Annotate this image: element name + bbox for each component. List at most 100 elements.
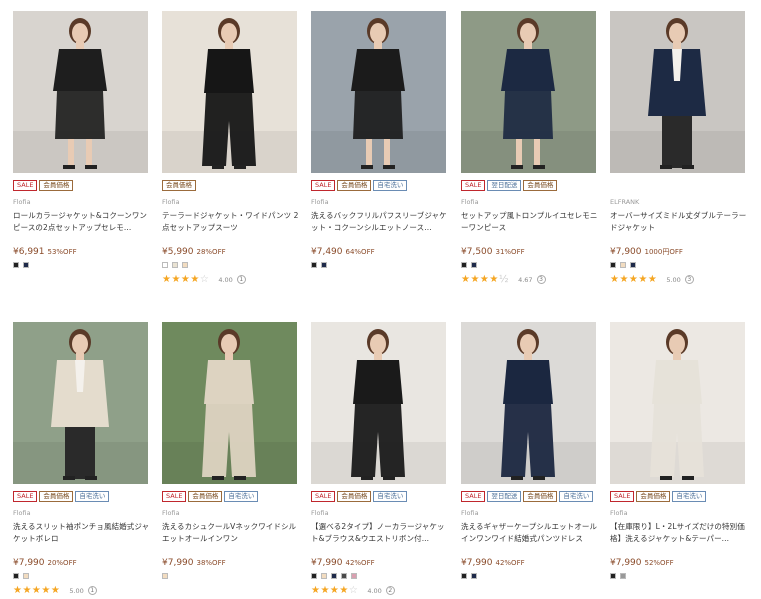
- rating-score: 5.00: [666, 275, 681, 284]
- color-swatch[interactable]: [13, 573, 19, 579]
- color-swatch[interactable]: [341, 573, 347, 579]
- color-swatch[interactable]: [321, 573, 327, 579]
- wash-badge: 自宅洗い: [75, 491, 110, 502]
- color-swatch[interactable]: [630, 262, 636, 268]
- discount-label: 42%OFF: [495, 559, 525, 567]
- color-swatch[interactable]: [610, 573, 616, 579]
- product-title-link[interactable]: テーラードジャケット・ワイドパンツ 2点セットアップスーツ: [162, 210, 299, 234]
- rating-row: ★★★★☆ 4.00 2: [311, 585, 448, 596]
- product-image-link[interactable]: [13, 322, 148, 484]
- product-title-link[interactable]: 洗えるギャザーケープシルエットオールインワンワイド結婚式パンツドレス: [461, 521, 598, 545]
- color-swatches: [311, 573, 448, 579]
- product-title-link[interactable]: 洗えるバックフリルパフスリーブジャケット・コクーンシルエットノース...: [311, 210, 448, 234]
- color-swatches: [311, 262, 448, 268]
- star-empty: ½: [498, 274, 510, 285]
- product-image: [311, 11, 446, 173]
- color-swatch[interactable]: [620, 262, 626, 268]
- price-row: ¥7,900 1000円OFF: [610, 243, 747, 257]
- product-card[interactable]: SALE 翌日配送 会員価格 Flofia セットアップ風トロンプルイユセレモニーワンピ…: [461, 11, 598, 285]
- product-card[interactable]: 会員価格 Flofia テーラードジャケット・ワイドパンツ 2点セットアップスーツ ¥…: [162, 11, 299, 285]
- brand-name: Flofia: [610, 509, 628, 517]
- color-swatch[interactable]: [311, 573, 317, 579]
- review-count[interactable]: 3: [684, 275, 694, 284]
- product-image-link[interactable]: [461, 322, 596, 484]
- product-title-link[interactable]: 【選べる2タイプ】ノーカラージャケット&ブラウス&ウエストリボン付...: [311, 521, 448, 545]
- color-swatch[interactable]: [461, 573, 467, 579]
- color-swatch[interactable]: [321, 262, 327, 268]
- color-swatch[interactable]: [182, 262, 188, 268]
- brand-name: ELFRANK: [610, 198, 640, 206]
- rating-row: ★★★★☆ 4.00 1: [162, 274, 299, 285]
- color-swatch[interactable]: [162, 262, 168, 268]
- star-empty: ☆: [199, 274, 210, 285]
- color-swatch[interactable]: [13, 262, 19, 268]
- member-badge: 会員価格: [162, 180, 196, 191]
- color-swatches: [162, 262, 299, 268]
- product-image: [461, 11, 596, 173]
- review-count[interactable]: 3: [536, 275, 546, 284]
- product-card[interactable]: SALE 会員価格 自宅洗い Flofia 洗えるカシュクールVネックワイドシルエットオ…: [162, 322, 299, 579]
- color-swatch[interactable]: [471, 573, 477, 579]
- product-grid: SALE 会員価格 Flofia ロールカラージャケット&コクーンワンピースの2点セッ…: [0, 0, 761, 599]
- color-swatch[interactable]: [331, 573, 337, 579]
- color-swatch[interactable]: [471, 262, 477, 268]
- stars-filled: ★★★★: [461, 274, 499, 285]
- product-card[interactable]: SALE 翌日配送 会員価格 自宅洗い Flofia 洗えるギャザーケープシルエットオール…: [461, 322, 598, 579]
- wash-badge: 自宅洗い: [672, 491, 707, 502]
- product-title-link[interactable]: 洗えるカシュクールVネックワイドシルエットオールインワン: [162, 521, 299, 545]
- color-swatches: [461, 573, 598, 579]
- product-image-link[interactable]: [162, 322, 297, 484]
- stars-filled: ★★★★★: [610, 274, 658, 285]
- product-title-link[interactable]: セットアップ風トロンプルイユセレモニーワンピース: [461, 210, 598, 234]
- product-image-link[interactable]: [610, 322, 745, 484]
- sale-badge: SALE: [311, 491, 336, 502]
- color-swatch[interactable]: [461, 262, 467, 268]
- product-image-link[interactable]: [13, 11, 148, 173]
- member-badge: 会員価格: [188, 491, 223, 502]
- color-swatch[interactable]: [23, 573, 29, 579]
- price-row: ¥7,490 64%OFF: [311, 243, 448, 257]
- product-card[interactable]: SALE 会員価格 自宅洗い Flofia 洗えるスリット袖ポンチョ風結婚式ジャケットボ…: [13, 322, 150, 596]
- product-image-link[interactable]: [162, 11, 297, 173]
- color-swatch[interactable]: [162, 573, 168, 579]
- product-title-link[interactable]: 洗えるスリット袖ポンチョ風結婚式ジャケットボレロ: [13, 521, 150, 545]
- ship-badge: 翌日配送: [487, 491, 522, 502]
- review-count[interactable]: 1: [87, 586, 97, 595]
- product-image-link[interactable]: [461, 11, 596, 173]
- review-count[interactable]: 1: [236, 275, 246, 284]
- product-image-link[interactable]: [311, 11, 446, 173]
- product-card[interactable]: SALE 会員価格 自宅洗い Flofia 洗えるバックフリルパフスリーブジャケット・コ…: [311, 11, 448, 268]
- badge-row: 会員価格: [162, 180, 299, 192]
- price-row: ¥7,990 38%OFF: [162, 554, 299, 568]
- color-swatch[interactable]: [172, 262, 178, 268]
- product-image-link[interactable]: [311, 322, 446, 484]
- rating-score: 5.00: [69, 586, 84, 595]
- stars-filled: ★★★★: [162, 274, 200, 285]
- color-swatch[interactable]: [620, 573, 626, 579]
- product-title-link[interactable]: 【在庫限り】L・2Lサイズだけの特別価格】洗えるジャケット&テーパー...: [610, 521, 747, 545]
- product-image-link[interactable]: [610, 11, 745, 173]
- price: ¥7,990: [311, 558, 343, 568]
- badge-row: SALE 会員価格 自宅洗い: [610, 491, 747, 503]
- star-rating: ★★★★★: [610, 274, 657, 285]
- color-swatch[interactable]: [351, 573, 357, 579]
- product-title-link[interactable]: オーバーサイズミドル丈ダブルテーラードジャケット: [610, 210, 747, 234]
- color-swatch[interactable]: [610, 262, 616, 268]
- color-swatch[interactable]: [311, 262, 317, 268]
- star-rating: ★★★★★: [13, 585, 60, 596]
- product-card[interactable]: SALE 会員価格 Flofia ロールカラージャケット&コクーンワンピースの2点セッ…: [13, 11, 150, 268]
- ship-badge: 翌日配送: [487, 180, 522, 191]
- price-row: ¥7,990 42%OFF: [461, 554, 598, 568]
- review-count[interactable]: 2: [385, 586, 395, 595]
- product-title-link[interactable]: ロールカラージャケット&コクーンワンピースの2点セットアップセレモ...: [13, 210, 150, 234]
- product-card[interactable]: SALE 会員価格 自宅洗い Flofia 【在庫限り】L・2Lサイズだけの特別価格】洗…: [610, 322, 747, 579]
- discount-label: 20%OFF: [47, 559, 77, 567]
- product-card[interactable]: SALE 会員価格 自宅洗い Flofia 【選べる2タイプ】ノーカラージャケット&ブラ…: [311, 322, 448, 596]
- product-image: [13, 11, 148, 173]
- color-swatch[interactable]: [23, 262, 29, 268]
- product-image: [162, 11, 297, 173]
- product-image: [162, 322, 297, 484]
- price-row: ¥7,990 52%OFF: [610, 554, 747, 568]
- price: ¥7,990: [162, 558, 194, 568]
- product-card[interactable]: ELFRANK オーバーサイズミドル丈ダブルテーラードジャケット ¥7,900 100…: [610, 11, 747, 285]
